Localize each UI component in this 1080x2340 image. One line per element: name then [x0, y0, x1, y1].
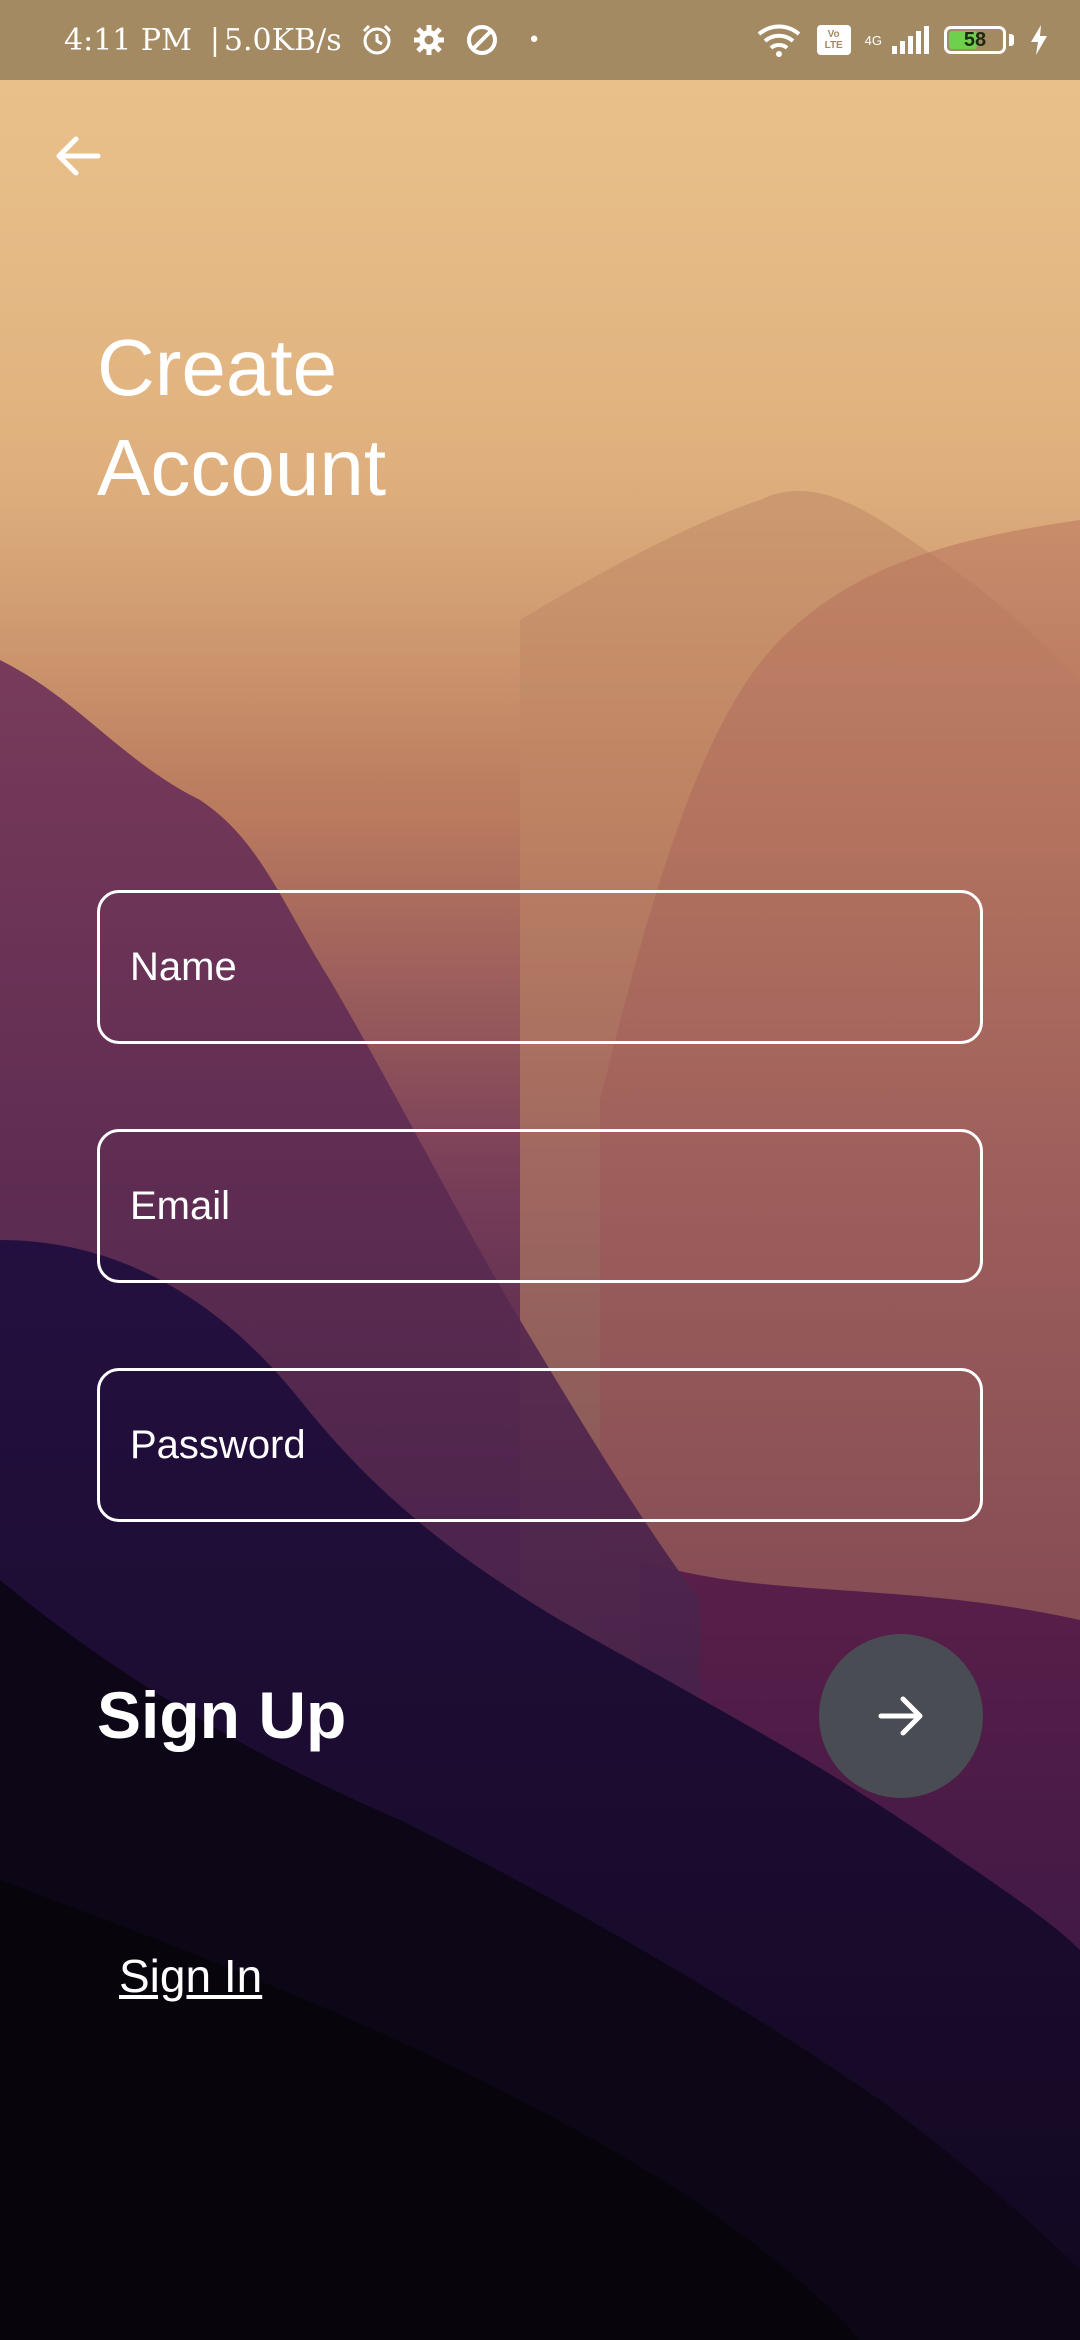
password-field [97, 1368, 983, 1522]
signup-submit-button[interactable] [819, 1634, 983, 1798]
name-field [97, 890, 983, 1044]
password-input[interactable] [100, 1371, 980, 1519]
page-title-line2: Account [97, 423, 387, 512]
signup-screen: 4:11 PM | 5.0KB/s • Vo LTE 4G 58 Create … [0, 0, 1080, 2340]
volte-top-label: Vo [827, 29, 840, 40]
battery-nub [1009, 34, 1014, 46]
status-left: 4:11 PM | 5.0KB/s • [64, 0, 541, 80]
status-separator: | [209, 22, 220, 58]
arrow-left-icon [56, 136, 101, 176]
charging-icon [1028, 23, 1050, 57]
volte-bottom-label: LTE [824, 40, 843, 51]
page-title: Create Account [97, 318, 797, 518]
alarm-icon [360, 23, 394, 57]
email-field [97, 1129, 983, 1283]
back-button[interactable] [42, 120, 114, 192]
status-net-speed: 5.0KB/s [223, 22, 342, 58]
status-bar: 4:11 PM | 5.0KB/s • Vo LTE 4G 58 [0, 0, 1080, 80]
volte-icon: Vo LTE [816, 25, 851, 55]
signup-label: Sign Up [97, 1678, 347, 1752]
status-time: 4:11 PM [64, 22, 192, 58]
network-type-label: 4G [864, 32, 882, 48]
signin-link[interactable]: Sign In [119, 1946, 262, 2006]
page-title-line1: Create [97, 323, 338, 412]
data-saver-icon [464, 22, 500, 58]
status-dot: • [527, 27, 541, 53]
battery-level: 58 [963, 28, 987, 51]
wifi-icon [755, 22, 803, 58]
status-right: Vo LTE 4G 58 [755, 0, 1050, 80]
gear-icon [412, 23, 446, 57]
arrow-right-icon [878, 1696, 923, 1736]
battery-icon: 58 [944, 26, 1006, 54]
name-input[interactable] [100, 893, 980, 1041]
email-input[interactable] [100, 1132, 980, 1280]
signal-icon [890, 24, 930, 56]
